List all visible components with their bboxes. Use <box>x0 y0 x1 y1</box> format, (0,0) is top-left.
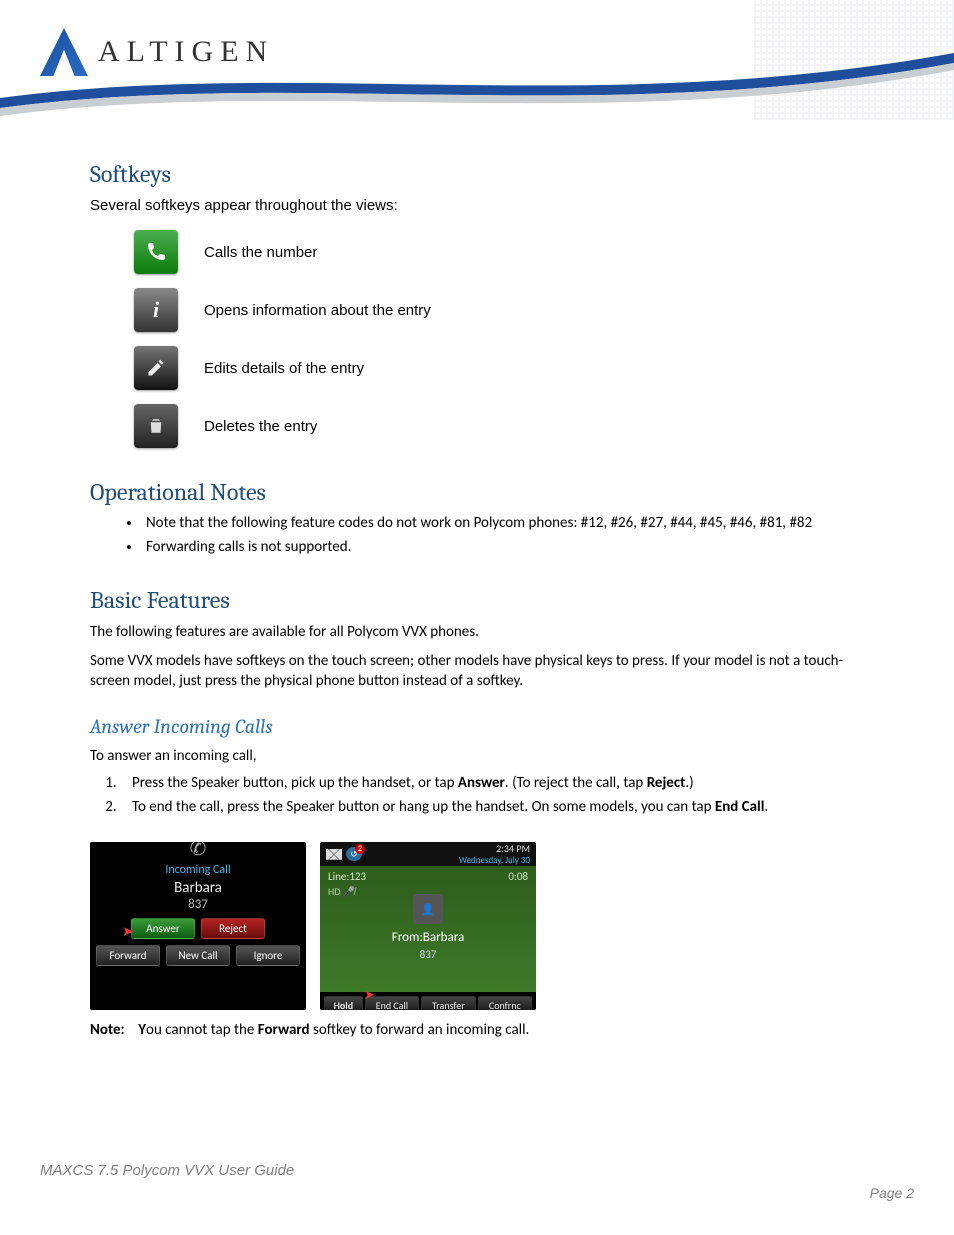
note: Note: You cannot tap the Forward softkey… <box>90 1020 864 1040</box>
clock: 2:34 PM <box>459 842 530 855</box>
duration: 0:08 <box>508 870 528 883</box>
incoming-label: Incoming Call <box>165 863 230 877</box>
page-header: ALTIGEN <box>0 0 954 130</box>
header-swoop <box>0 48 954 118</box>
missed-badge: 2 <box>355 844 365 854</box>
answer-intro: To answer an incoming call, <box>90 746 864 766</box>
opnote-1: Note that the following feature codes do… <box>142 514 864 532</box>
heading-opnotes: Operational Notes <box>90 478 864 506</box>
page-footer: MAXCS 7.5 Polycom VVX User Guide Page 2 <box>40 1162 914 1201</box>
footer-page: Page 2 <box>40 1185 914 1201</box>
basic-p2: Some VVX models have softkeys on the tou… <box>90 651 864 692</box>
softkey-call-label: Calls the number <box>204 244 317 261</box>
line-label: Line:123 <box>328 870 366 883</box>
pencil-icon <box>134 346 178 390</box>
hd-label: HD <box>328 885 340 898</box>
caller-name: Barbara <box>174 879 222 897</box>
screenshots: ✆ Incoming Call Barbara 837 ➤Answer Reje… <box>90 842 864 1010</box>
softkey-info-label: Opens information about the entry <box>204 302 431 319</box>
mute-icon: 🎤̸ <box>343 885 355 898</box>
screenshot-incoming: ✆ Incoming Call Barbara 837 ➤Answer Reje… <box>90 842 306 1010</box>
footer-title: MAXCS 7.5 Polycom VVX User Guide <box>40 1162 914 1179</box>
heading-answer: Answer Incoming Calls <box>90 715 864 738</box>
forward-button[interactable]: Forward <box>96 945 160 966</box>
caller-number: 837 <box>188 897 208 912</box>
step-2: To end the call, press the Speaker butto… <box>120 798 864 816</box>
newcall-button[interactable]: New Call <box>166 945 230 966</box>
basic-p1: The following features are available for… <box>90 622 864 642</box>
heading-softkeys: Softkeys <box>90 160 864 188</box>
content: Softkeys Several softkeys appear through… <box>0 160 954 1041</box>
reject-button[interactable]: Reject <box>201 918 265 939</box>
answer-steps: Press the Speaker button, pick up the ha… <box>100 774 864 816</box>
trash-icon <box>134 404 178 448</box>
softkey-delete: Deletes the entry <box>90 404 864 448</box>
heading-basic: Basic Features <box>90 586 864 614</box>
avatar-icon: 👤 <box>413 894 443 924</box>
handset-icon: ✆ <box>190 842 207 861</box>
ignore-button[interactable]: Ignore <box>236 945 300 966</box>
softkey-edit-label: Edits details of the entry <box>204 360 364 377</box>
info-icon: i <box>134 288 178 332</box>
hold-button[interactable]: Hold <box>324 996 363 1011</box>
opnotes-list: Note that the following feature codes do… <box>142 514 864 556</box>
phone-icon <box>134 230 178 274</box>
envelope-icon <box>326 849 342 860</box>
softkey-call: Calls the number <box>90 230 864 274</box>
softkeys-intro: Several softkeys appear throughout the v… <box>90 196 864 216</box>
confrnc-button[interactable]: Confrnc <box>478 996 532 1011</box>
missed-icon: ↺2 <box>346 847 362 861</box>
from-number: 837 <box>320 948 536 961</box>
step-1: Press the Speaker button, pick up the ha… <box>120 774 864 792</box>
pointer-arrow-icon: ➤ <box>364 988 375 1003</box>
opnote-2: Forwarding calls is not supported. <box>142 538 864 556</box>
softkey-info: i Opens information about the entry <box>90 288 864 332</box>
pointer-arrow-icon: ➤ <box>122 923 134 940</box>
transfer-button[interactable]: Transfer <box>421 996 475 1011</box>
softkey-delete-label: Deletes the entry <box>204 418 317 435</box>
answer-button[interactable]: ➤Answer <box>131 918 195 939</box>
from-label: From:Barbara <box>320 930 536 945</box>
screenshot-active: ↺2 2:34 PM Wednesday, July 30 Line:123 0:… <box>320 842 536 1010</box>
date: Wednesday, July 30 <box>459 855 530 866</box>
softkey-edit: Edits details of the entry <box>90 346 864 390</box>
